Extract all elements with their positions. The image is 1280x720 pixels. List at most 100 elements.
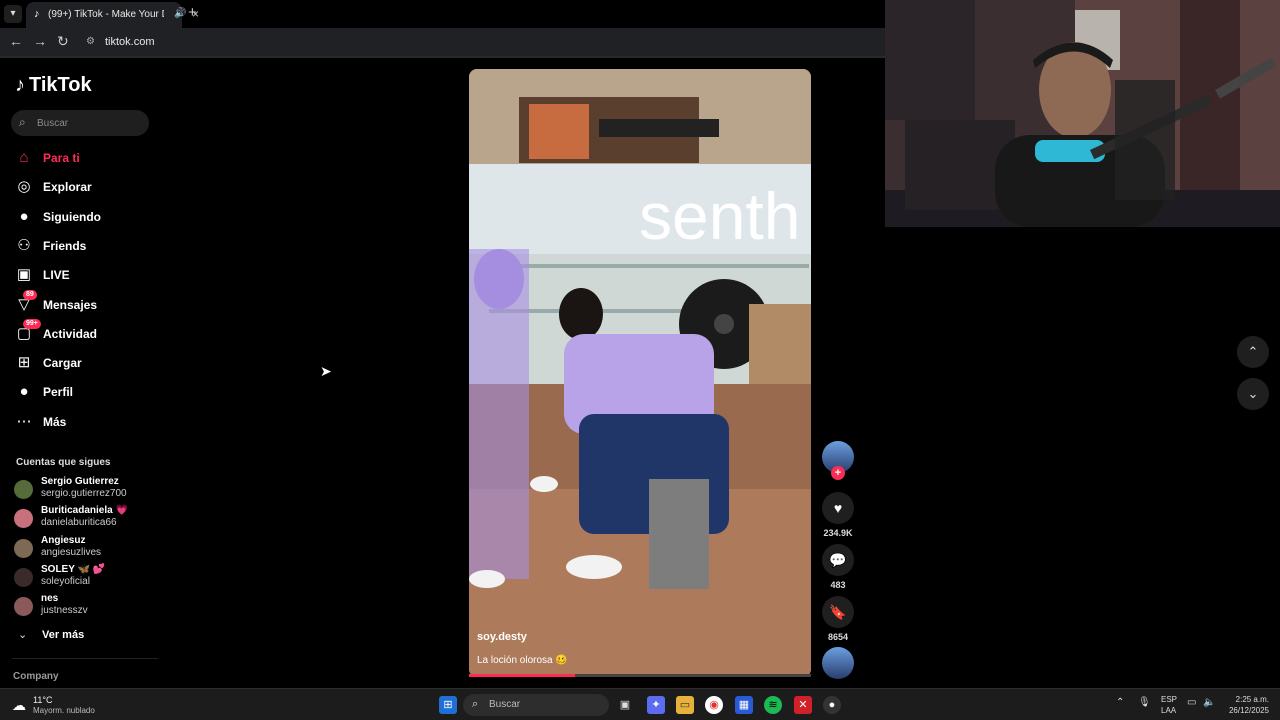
sidebar-item-actividad[interactable]: ▢ 99+ Actividad (15, 318, 98, 345)
avatar (14, 509, 33, 529)
avatar (14, 480, 33, 499)
account-name: nes (41, 593, 59, 605)
sidebar-item-label: Más (43, 414, 67, 429)
weather-description[interactable]: Mayorm. nublado (33, 706, 95, 715)
clock-time[interactable]: 2:25 a.m. (1221, 695, 1269, 704)
video-frame: senth (469, 69, 811, 677)
reload-icon[interactable]: ↻ (57, 33, 69, 50)
account-handle: danielaburitica66 (41, 517, 117, 529)
sidebar-item-explorar[interactable]: ◎ Explorar (15, 176, 92, 198)
task-view-icon[interactable]: ▣ (616, 696, 634, 714)
video-player[interactable]: senth (469, 69, 811, 677)
see-more-label: Ver más (42, 628, 85, 641)
forward-arrow-icon[interactable]: → (33, 33, 47, 49)
account-name: Sergio Gutierrez (41, 476, 119, 487)
see-more-button[interactable]: ⌄ Ver más (18, 628, 85, 642)
chevron-down-icon: ⌄ (18, 629, 28, 641)
sound-avatar[interactable] (822, 647, 854, 679)
notification-badge: 99+ (23, 318, 41, 329)
network-icon[interactable]: ▭ (1187, 697, 1196, 708)
new-tab-button[interactable]: + (188, 4, 197, 21)
sidebar-item-cargar[interactable]: ⊞ Cargar (15, 352, 82, 374)
home-icon: ⌂ (19, 149, 29, 166)
chrome-icon[interactable]: ◉ (705, 696, 723, 714)
windows-start-icon[interactable]: ⊞ (439, 696, 457, 714)
avatar (14, 567, 33, 587)
sidebar-item-label: Mensajes (43, 297, 98, 312)
tiktok-note-icon: ♪ (15, 74, 25, 96)
tab-search-menu-button[interactable]: ▾ (4, 5, 22, 23)
sidebar-divider (12, 658, 158, 659)
compass-icon: ◎ (17, 178, 31, 196)
clock-date[interactable]: 26/12/2025 (1221, 706, 1269, 715)
sidebar-item-label: Friends (43, 238, 87, 253)
more-dots-icon: ⋯ (16, 412, 32, 430)
video-progress-fill (469, 674, 576, 677)
sidebar-item-label: Siguiendo (43, 209, 101, 224)
sidebar-item-label: Cargar (43, 356, 82, 371)
profile-avatar-icon: ● (19, 383, 29, 401)
mouse-cursor-icon: ➤ (320, 363, 332, 379)
browser-tab-tiktok[interactable]: ♪ (99+) TikTok - Make Your Day 🔊 × (26, 2, 199, 28)
tab-title: (99+) TikTok - Make Your Day (48, 9, 164, 20)
like-heart-icon[interactable]: ♥ (822, 492, 854, 524)
sidebar-item-label: Perfil (43, 385, 74, 400)
bookmark-icon[interactable]: 🔖 (822, 596, 854, 628)
sidebar-item-mensajes[interactable]: ▽ 89 Mensajes (15, 289, 98, 316)
search-box[interactable]: ⌕ (11, 110, 149, 136)
following-avatar-icon: ● (19, 207, 29, 225)
sidebar-item-siguiendo[interactable]: ● Siguiendo (15, 206, 101, 228)
weather-temperature[interactable]: 11°C (33, 695, 52, 705)
capcut-x-icon[interactable]: ✕ (794, 696, 812, 714)
volume-icon[interactable]: 🔈 (1203, 697, 1215, 708)
follow-plus-icon[interactable]: + (831, 466, 845, 480)
chevron-up-icon[interactable]: ⌃ (1237, 336, 1269, 368)
friends-icon: ⚇ (17, 236, 31, 254)
copilot-icon[interactable]: ✦ (647, 696, 665, 714)
speaker-icon[interactable]: 🔊 (174, 8, 186, 19)
windows-taskbar: ☁ 11°C Mayorm. nublado ⊞ ⌕ Buscar ▣ ✦ ▭ … (0, 688, 1280, 720)
language-top[interactable]: ESP (1161, 695, 1177, 704)
obs-icon[interactable]: ● (823, 696, 841, 714)
account-name: SOLEY 🦋 💕 (41, 563, 106, 575)
store-sign-text: senth (639, 179, 800, 253)
sidebar-item-más[interactable]: ⋯ Más (15, 411, 67, 433)
sidebar-item-para-ti[interactable]: ⌂ Para ti (15, 147, 79, 169)
webcam-image (885, 0, 1280, 227)
chevron-down-icon[interactable]: ⌄ (1237, 378, 1269, 410)
language-bottom[interactable]: LAA (1161, 706, 1176, 715)
taskbar-search[interactable]: ⌕ Buscar (463, 694, 609, 716)
tray-chevron-up-icon[interactable]: ⌃ (1116, 697, 1124, 708)
weather-cloud-icon[interactable]: ☁ (12, 697, 26, 714)
tiktok-logo[interactable]: ♪ TikTok (15, 74, 92, 97)
search-icon: ⌕ (19, 115, 26, 129)
following-section-title: Cuentas que sigues (16, 457, 111, 468)
account-handle: justnesszv (41, 605, 88, 617)
back-arrow-icon[interactable]: ← (9, 33, 23, 49)
search-icon: ⌕ (472, 698, 479, 710)
video-caption: La loción olorosa 🥴 (477, 655, 568, 666)
comment-icon[interactable]: 💬 (822, 544, 854, 576)
spotify-icon[interactable]: ≋ (764, 696, 782, 714)
sidebar-item-label: Actividad (43, 326, 98, 341)
sidebar-item-label: Explorar (43, 180, 92, 195)
like-count: 234.9K (823, 528, 853, 538)
site-settings-icon[interactable]: ⚙ (86, 36, 98, 48)
url-text[interactable]: tiktok.com (105, 36, 155, 48)
avatar (14, 597, 33, 617)
sidebar-item-friends[interactable]: ⚇ Friends (15, 235, 86, 257)
sidebar-item-label: LIVE (43, 268, 70, 283)
store-icon[interactable]: ▦ (735, 696, 753, 714)
sidebar-item-live[interactable]: ▣ LIVE (15, 264, 70, 286)
file-explorer-icon[interactable]: ▭ (676, 696, 694, 714)
search-input[interactable] (37, 114, 141, 132)
company-link[interactable]: Company (13, 671, 59, 682)
microphone-icon[interactable]: 🎙 (1138, 697, 1151, 708)
sidebar-item-perfil[interactable]: ● Perfil (15, 381, 73, 403)
account-handle: angiesuzlives (41, 546, 102, 558)
notification-badge: 89 (23, 289, 37, 300)
messages-icon: ▽ 89 (15, 289, 37, 314)
avatar (14, 538, 33, 558)
video-author-username[interactable]: soy.desty (477, 631, 527, 643)
chrome-divider (0, 56, 885, 58)
